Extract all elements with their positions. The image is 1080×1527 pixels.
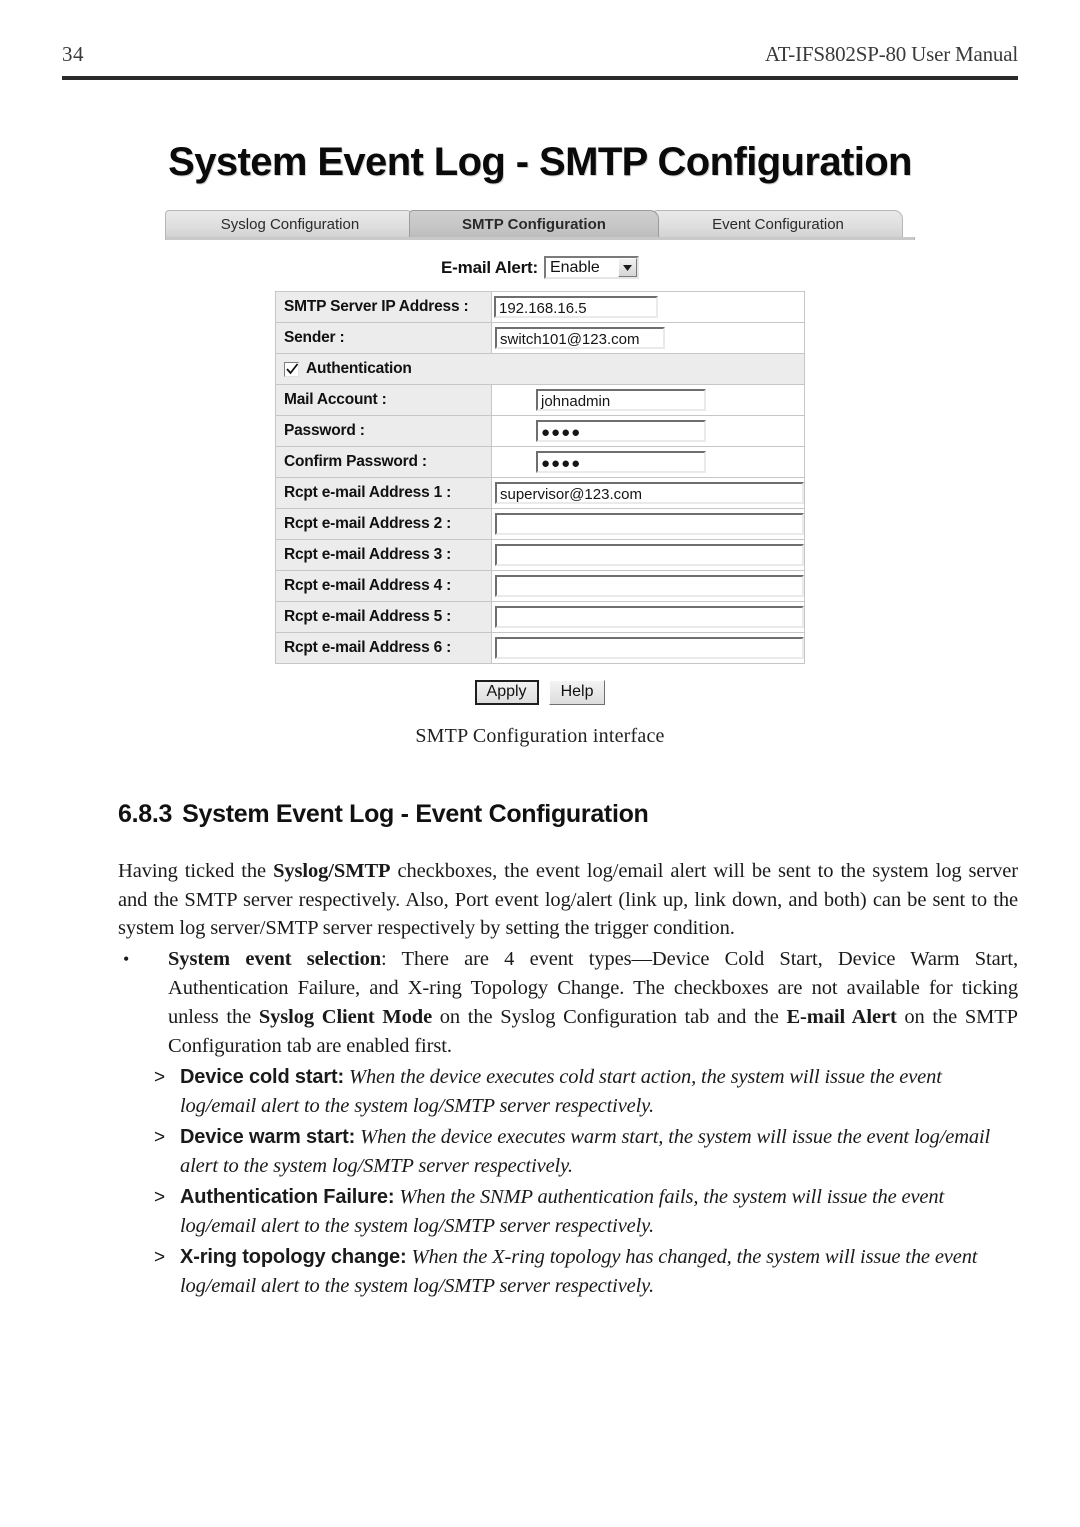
list-item: X-ring topology change: When the X-ring …	[118, 1243, 1018, 1301]
bullet-text-2: on the Syslog Configuration tab and the	[432, 1005, 787, 1028]
rcpt-1-cell: supervisor@123.com	[491, 477, 805, 509]
bullet-bold-syslog-client-mode: Syslog Client Mode	[258, 1005, 433, 1028]
section-title: System Event Log - Event Configuration	[182, 800, 649, 828]
email-alert-select[interactable]: Enable	[543, 256, 639, 279]
rcpt-5-cell	[491, 601, 805, 633]
smtp-server-input[interactable]: 192.168.16.5	[494, 296, 658, 318]
table-row-authentication: Authentication	[275, 353, 805, 385]
rcpt-3-input[interactable]	[495, 544, 804, 566]
rcpt-4-label: Rcpt e-mail Address 4 :	[275, 570, 492, 602]
table-row-mail-account: Mail Account : johnadmin	[275, 384, 805, 416]
authentication-cell: Authentication	[275, 353, 805, 385]
table-row: Rcpt e-mail Address 6 :	[275, 632, 805, 664]
bullet-bold-email-alert: E-mail Alert	[786, 1005, 897, 1028]
sender-cell: switch101@123.com	[491, 322, 805, 354]
table-row-smtp-server: SMTP Server IP Address : 192.168.16.5	[275, 291, 805, 323]
table-row: Rcpt e-mail Address 5 :	[275, 601, 805, 633]
bullet-list: System event selection: There are 4 even…	[118, 945, 1018, 1061]
section-heading: 6.8.3 System Event Log - Event Configurat…	[118, 800, 1018, 829]
password-label: Password :	[275, 415, 492, 447]
table-row: Rcpt e-mail Address 4 :	[275, 570, 805, 602]
mail-account-input[interactable]: johnadmin	[536, 389, 706, 411]
intro-bold-syslog-smtp: Syslog/SMTP	[273, 860, 391, 882]
email-alert-value: Enable	[549, 258, 600, 276]
sender-label: Sender :	[275, 322, 492, 354]
table-row: Rcpt e-mail Address 1 : supervisor@123.c…	[275, 477, 805, 509]
tab-bar: Syslog Configuration SMTP Configuration …	[165, 207, 915, 237]
table-row: Rcpt e-mail Address 2 :	[275, 508, 805, 540]
header-divider	[62, 76, 1018, 80]
sub-item-separator: :	[400, 1245, 407, 1268]
page-header: 34 AT-IFS802SP-80 User Manual	[62, 42, 1018, 67]
rcpt-5-label: Rcpt e-mail Address 5 :	[275, 601, 492, 633]
sub-item-term: Device cold start	[180, 1065, 338, 1088]
confirm-password-input[interactable]: ●●●●	[536, 451, 706, 473]
bullet-term: System event selection	[168, 947, 382, 970]
rcpt-2-label: Rcpt e-mail Address 2 :	[275, 508, 492, 540]
sub-bullet-list: Device cold start: When the device execu…	[118, 1063, 1018, 1301]
sub-item-term: X-ring topology change	[180, 1245, 401, 1268]
authentication-label: Authentication	[306, 360, 412, 377]
sub-item-separator: :	[337, 1065, 345, 1088]
help-button[interactable]: Help	[548, 680, 606, 705]
table-row: Rcpt e-mail Address 3 :	[275, 539, 805, 571]
table-row-confirm-password: Confirm Password : ●●●●	[275, 446, 805, 478]
rcpt-4-input[interactable]	[495, 575, 804, 597]
rcpt-3-cell	[491, 539, 805, 571]
rcpt-1-input[interactable]: supervisor@123.com	[495, 482, 804, 504]
apply-button[interactable]: Apply	[474, 680, 539, 705]
form-actions: Apply Help	[62, 680, 1018, 705]
list-item: Device warm start: When the device execu…	[118, 1123, 1018, 1181]
authentication-checkbox[interactable]	[284, 361, 299, 377]
sub-item-separator: :	[387, 1185, 395, 1208]
sub-item-separator: :	[348, 1125, 356, 1148]
page-number: 34	[62, 42, 84, 66]
sub-item-term: Authentication Failure	[180, 1185, 388, 1208]
smtp-server-label: SMTP Server IP Address :	[275, 291, 492, 323]
mail-account-label: Mail Account :	[275, 384, 492, 416]
table-row-password: Password : ●●●●	[275, 415, 805, 447]
smtp-configuration-figure: System Event Log - SMTP Configuration Sy…	[62, 140, 1018, 748]
smtp-settings-table: SMTP Server IP Address : 192.168.16.5 Se…	[275, 291, 805, 664]
figure-title: System Event Log - SMTP Configuration	[168, 140, 912, 184]
manual-title: AT-IFS802SP-80 User Manual	[764, 42, 1018, 66]
section-number: 6.8.3	[118, 800, 173, 828]
table-row-sender: Sender : switch101@123.com	[275, 322, 805, 354]
rcpt-2-cell	[491, 508, 805, 540]
intro-text-pre: Having ticked the	[118, 860, 274, 882]
email-alert-row: E-mail Alert: Enable	[62, 256, 1018, 279]
list-item: Device cold start: When the device execu…	[118, 1063, 1018, 1121]
intro-paragraph: Having ticked the Syslog/SMTP checkboxes…	[118, 857, 1018, 943]
document-content: 6.8.3 System Event Log - Event Configurat…	[118, 800, 1018, 1301]
mail-account-cell: johnadmin	[491, 384, 805, 416]
rcpt-2-input[interactable]	[495, 513, 804, 535]
email-alert-label: E-mail Alert:	[441, 257, 538, 277]
figure-caption: SMTP Configuration interface	[415, 725, 665, 747]
list-item: Authentication Failure: When the SNMP au…	[118, 1183, 1018, 1241]
rcpt-3-label: Rcpt e-mail Address 3 :	[275, 539, 492, 571]
password-input[interactable]: ●●●●	[536, 420, 706, 442]
rcpt-6-input[interactable]	[495, 637, 804, 659]
password-cell: ●●●●	[491, 415, 805, 447]
sender-input[interactable]: switch101@123.com	[495, 327, 665, 349]
confirm-password-cell: ●●●●	[491, 446, 805, 478]
smtp-server-cell: 192.168.16.5	[491, 291, 805, 323]
list-item: System event selection: There are 4 even…	[118, 945, 1018, 1061]
rcpt-6-label: Rcpt e-mail Address 6 :	[275, 632, 492, 664]
tab-event-configuration[interactable]: Event Configuration	[653, 210, 903, 237]
confirm-password-label: Confirm Password :	[275, 446, 492, 478]
rcpt-6-cell	[491, 632, 805, 664]
rcpt-4-cell	[491, 570, 805, 602]
tab-smtp-configuration[interactable]: SMTP Configuration	[409, 210, 659, 237]
rcpt-5-input[interactable]	[495, 606, 804, 628]
tab-syslog-configuration[interactable]: Syslog Configuration	[165, 210, 415, 237]
rcpt-1-label: Rcpt e-mail Address 1 :	[275, 477, 492, 509]
sub-item-term: Device warm start	[180, 1125, 349, 1148]
chevron-down-icon	[617, 258, 637, 277]
